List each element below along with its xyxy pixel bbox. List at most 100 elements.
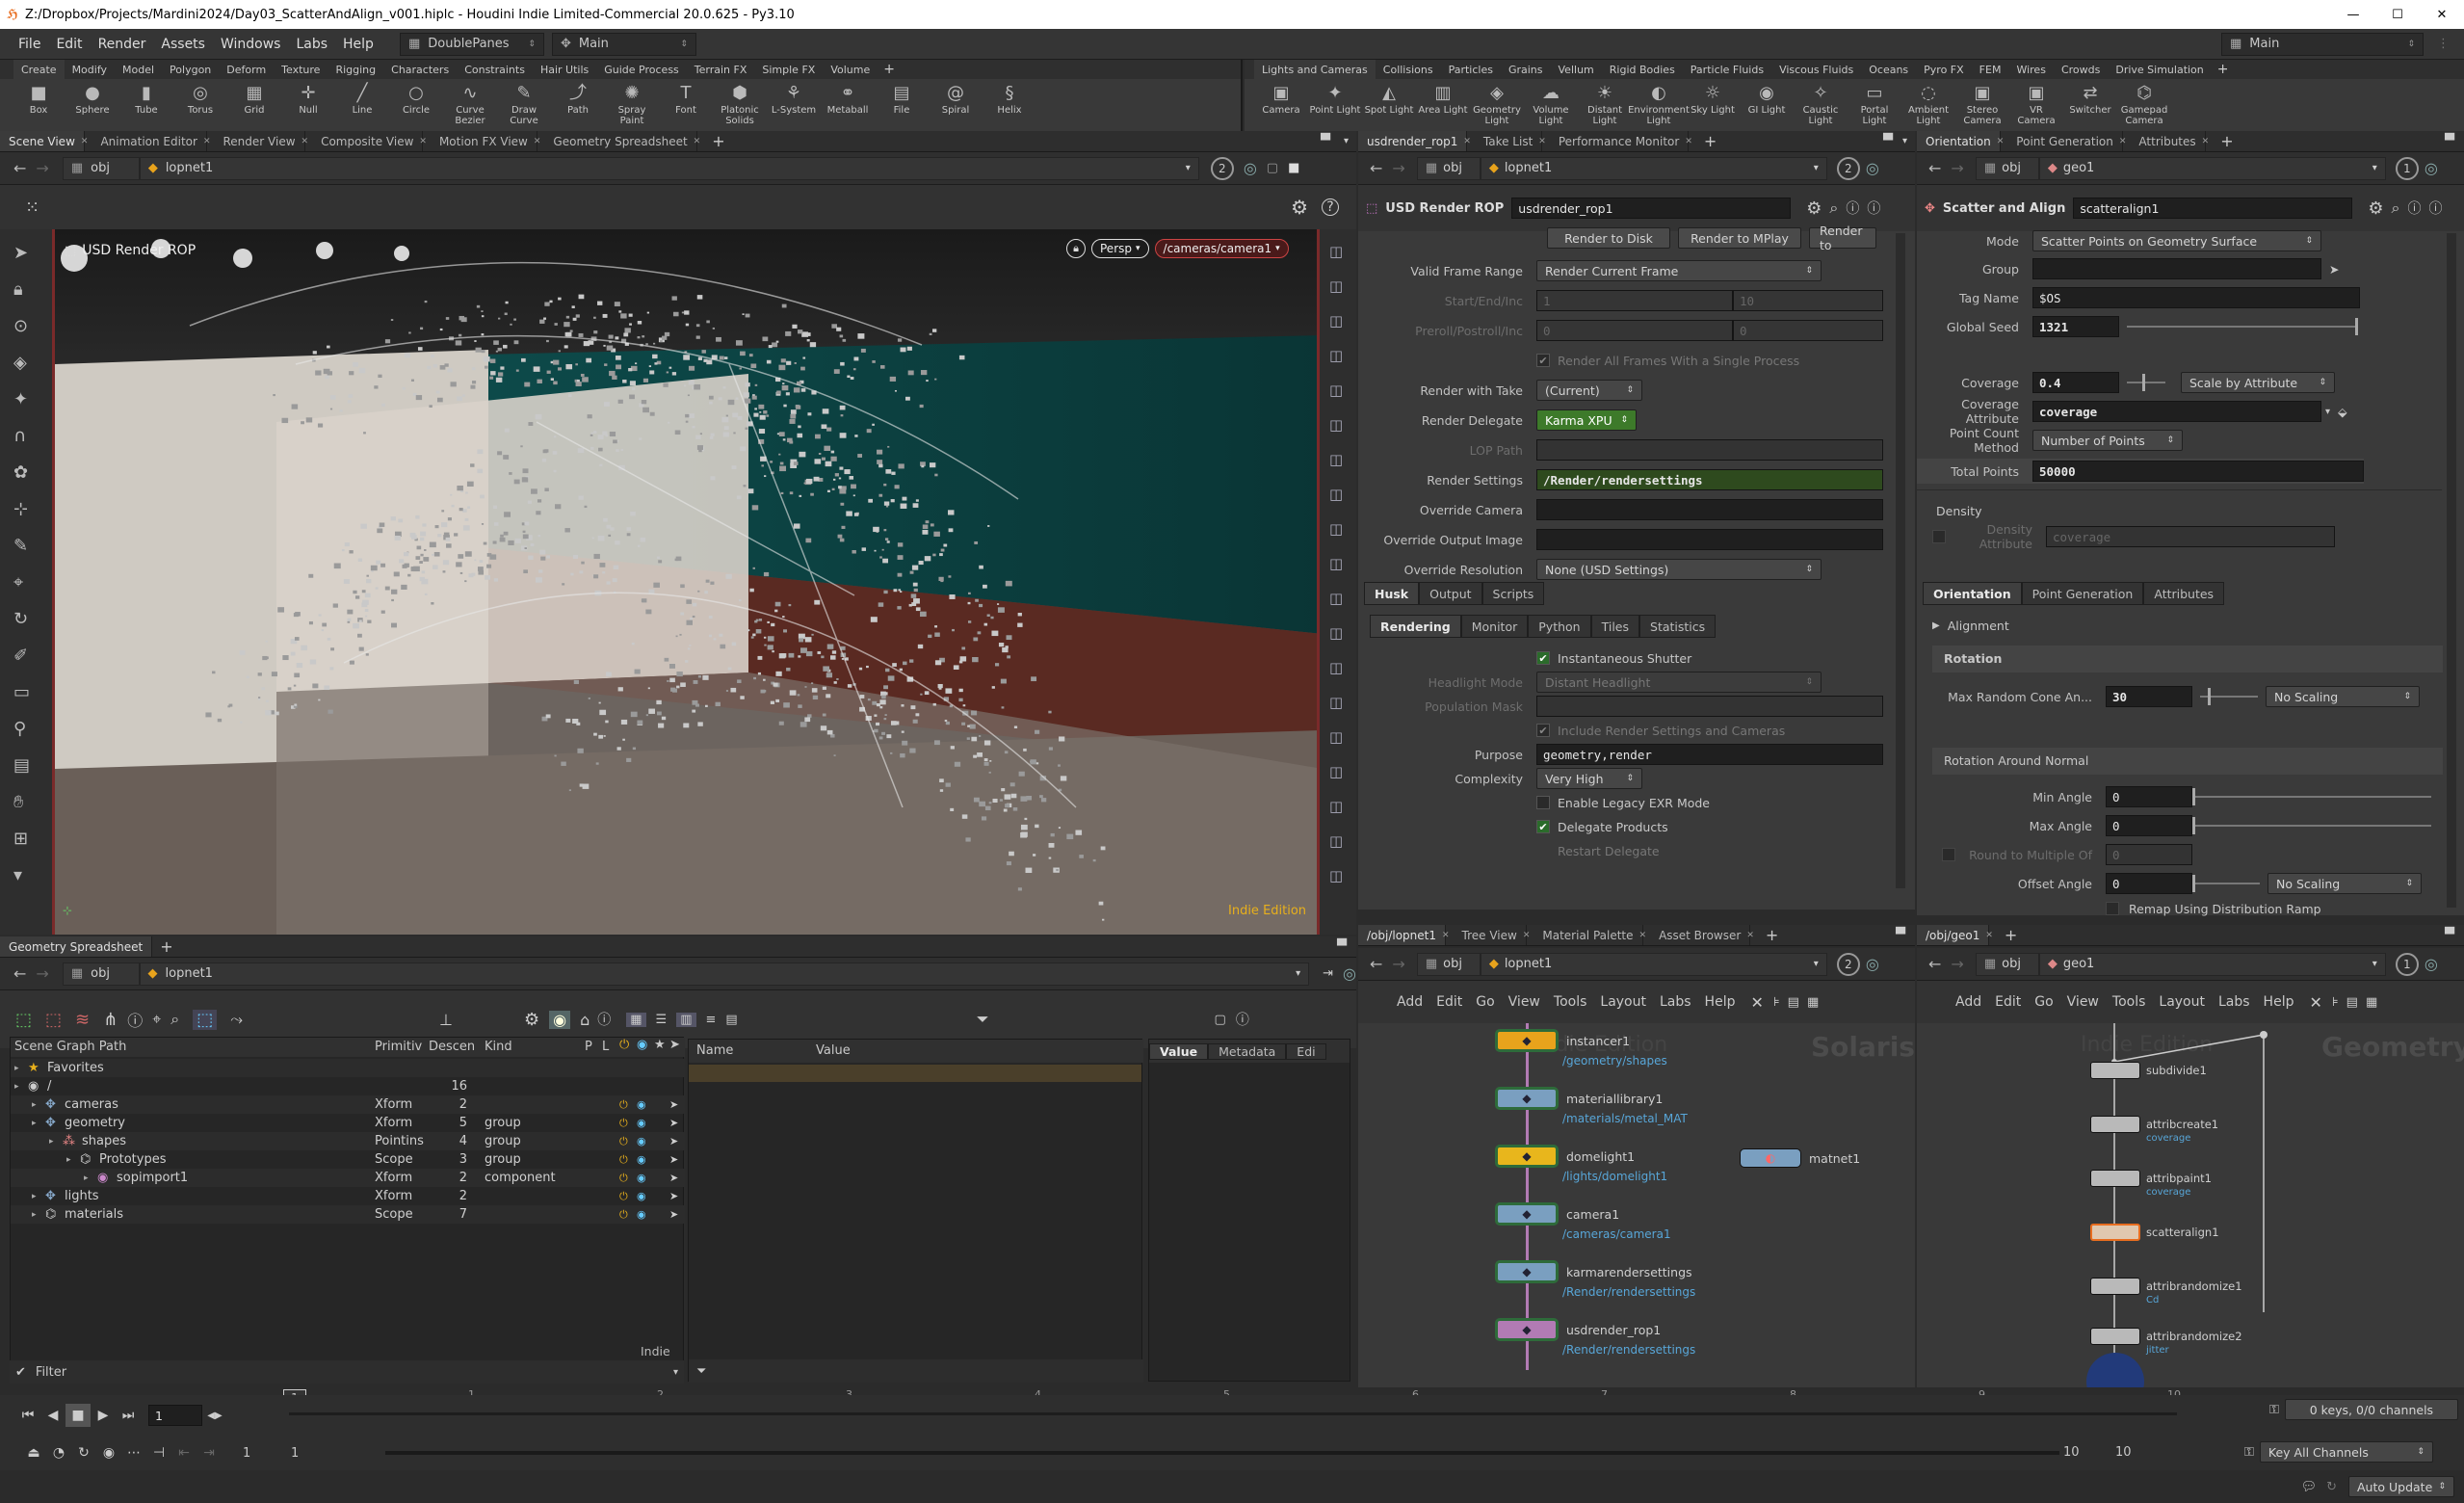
close-tab-icon[interactable]: ✕ bbox=[1442, 931, 1450, 940]
shelf-tool-metaball[interactable]: ⚭ Metaball bbox=[821, 81, 875, 116]
checkbox[interactable]: ✔ bbox=[1536, 651, 1550, 665]
network-menu-help[interactable]: Help bbox=[2264, 994, 2294, 1010]
list-icon[interactable]: ▤ bbox=[2346, 995, 2358, 1010]
shelf-tab-texture[interactable]: Texture bbox=[274, 60, 328, 79]
shelf-tool-ambient-light[interactable]: ◌ Ambient Light bbox=[1901, 81, 1955, 126]
eye-icon[interactable]: ◉ bbox=[637, 1190, 646, 1202]
shelf-tool-torus[interactable]: ◎ Torus bbox=[173, 81, 227, 116]
offset-angle-field[interactable]: 0 bbox=[2106, 873, 2192, 894]
tab-tree-view[interactable]: Tree View bbox=[1454, 925, 1527, 945]
menu-labs[interactable]: Labs bbox=[289, 37, 334, 52]
shelf-tool-spot-light[interactable]: ◭ Spot Light bbox=[1362, 81, 1416, 116]
menu-render[interactable]: Render bbox=[92, 37, 153, 52]
tree-row[interactable]: ▸ ⌬ materials Scope 7 ⏻ ◉ ➤ bbox=[11, 1205, 685, 1224]
link-icon[interactable]: ◎ bbox=[1343, 964, 1356, 983]
world-icon[interactable]: ◫ bbox=[1329, 763, 1343, 780]
eye-icon[interactable]: ◉ bbox=[637, 1172, 646, 1184]
path-crumb-geo[interactable]: ◆ geo1 ▾ bbox=[2038, 952, 2386, 976]
node-materiallibrary1[interactable]: ◆ materiallibrary1 bbox=[1495, 1087, 1663, 1110]
node-karmarendersettings[interactable]: ◆ karmarendersettings bbox=[1495, 1260, 1692, 1283]
offset-slider[interactable] bbox=[2192, 875, 2260, 892]
menu-file[interactable]: File bbox=[12, 37, 47, 52]
forward-arrow-icon[interactable]: → bbox=[1951, 955, 1963, 973]
shelf-tab-particle-fluids[interactable]: Particle Fluids bbox=[1683, 60, 1771, 79]
shelf-tab-collisions[interactable]: Collisions bbox=[1376, 60, 1441, 79]
menu-windows[interactable]: Windows bbox=[214, 37, 288, 52]
chevron-down-icon[interactable]: ▾ bbox=[2325, 407, 2330, 417]
density-attr-field[interactable]: coverage bbox=[2046, 526, 2335, 547]
gear-icon[interactable]: ⚙ bbox=[1806, 198, 1822, 219]
tab-geometry-spreadsheet[interactable]: Geometry Spreadsheet bbox=[544, 131, 697, 151]
range-slider[interactable] bbox=[385, 1451, 2059, 1455]
tree-row[interactable]: ▸ ★ Favorites bbox=[11, 1059, 685, 1077]
select-icon[interactable]: ➤ bbox=[13, 243, 28, 263]
hand-icon[interactable]: ✋︎ bbox=[13, 792, 23, 812]
shelf-tool-caustic-light[interactable]: ✧ Caustic Light bbox=[1794, 81, 1848, 126]
rows-icon[interactable]: ≡ bbox=[706, 1013, 717, 1027]
tab-point-generation[interactable]: Point Generation bbox=[2021, 582, 2144, 605]
tree-row[interactable]: ▸ ⁂ shapes Pointins 4 group ⏻ ◉ ➤ bbox=[11, 1132, 685, 1150]
select-icon[interactable]: ➤ bbox=[669, 1117, 678, 1129]
path-crumb-lopnet[interactable]: ◆ lopnet1 ▾ bbox=[139, 156, 1199, 180]
tab-python[interactable]: Python bbox=[1528, 615, 1591, 638]
arrow-select-icon[interactable]: ➤ bbox=[2329, 262, 2339, 277]
snapshot-icon[interactable]: ◫ bbox=[1329, 520, 1343, 538]
shelf-tool-gi-light[interactable]: ◉ GI Light bbox=[1740, 81, 1794, 116]
tools-icon[interactable]: ✕ bbox=[1750, 993, 1763, 1012]
rotate-icon[interactable]: ↻ bbox=[13, 609, 28, 629]
safe-area-icon[interactable]: ◫ bbox=[1329, 867, 1343, 884]
override-output-image-field[interactable] bbox=[1536, 529, 1883, 550]
checkbox[interactable] bbox=[2106, 902, 2119, 915]
range-field[interactable]: 0 bbox=[1536, 320, 1733, 341]
node-attribpaint1[interactable]: attribpaint1 bbox=[2090, 1170, 2212, 1187]
network-menu-view[interactable]: View bbox=[2067, 994, 2099, 1010]
node-camera1[interactable]: ◆ camera1 bbox=[1495, 1202, 1619, 1226]
node-matnet1[interactable]: ◐ matnet1 bbox=[1740, 1148, 1860, 1168]
valid-frame-range-menu[interactable]: Render Current Frame ⇕ bbox=[1536, 260, 1822, 281]
shelf-tool-helix[interactable]: § Helix bbox=[983, 81, 1036, 116]
shelf-tab-simple-fx[interactable]: Simple FX bbox=[754, 60, 823, 79]
list-icon[interactable]: ☰ bbox=[656, 1013, 668, 1027]
light-icon[interactable]: ✦ bbox=[13, 389, 28, 409]
tab-usdrender-rop1[interactable]: usdrender_rop1 bbox=[1358, 131, 1468, 151]
shelf-tab-constraints[interactable]: Constraints bbox=[457, 60, 533, 79]
shelf-tab-model[interactable]: Model bbox=[115, 60, 162, 79]
pose-icon[interactable]: ⚲ bbox=[13, 719, 26, 739]
tab-asset-browser[interactable]: Asset Browser bbox=[1650, 925, 1751, 945]
tab-composite-view[interactable]: Composite View bbox=[312, 131, 424, 151]
network-menu-go[interactable]: Go bbox=[2034, 994, 2053, 1010]
power-icon[interactable]: ⏻ bbox=[619, 1135, 628, 1148]
shelf-tab-deform[interactable]: Deform bbox=[219, 60, 274, 79]
shelf-tool-stereo-camera[interactable]: ▣ Stereo Camera bbox=[1955, 81, 2009, 126]
render-delegate-menu[interactable]: Karma XPU ⇕ bbox=[1536, 409, 1637, 431]
light-icon[interactable]: ◫ bbox=[1329, 416, 1343, 434]
shelf-tool-geometry-light[interactable]: ◈ Geometry Light bbox=[1470, 81, 1524, 126]
forward-arrow-icon[interactable]: → bbox=[36, 159, 48, 177]
network-menu-labs[interactable]: Labs bbox=[1660, 994, 1691, 1010]
display-icon[interactable]: ◫ bbox=[1329, 243, 1343, 260]
sop-network-canvas[interactable]: Indie Edition Geometry subdivide1 attribc… bbox=[1917, 1023, 2464, 1387]
pin-badge[interactable]: 2 bbox=[1210, 156, 1234, 180]
shelf-tool-file[interactable]: ▤ File bbox=[875, 81, 929, 116]
help-icon[interactable]: ⓘ bbox=[2428, 198, 2442, 218]
col-header[interactable]: L bbox=[602, 1040, 609, 1054]
shelf-tool-point-light[interactable]: ✦ Point Light bbox=[1308, 81, 1362, 116]
search-icon[interactable]: ⌕ bbox=[1829, 198, 1838, 218]
tab-obj-geo1[interactable]: /obj/geo1 bbox=[1917, 925, 1990, 945]
tab-render-view[interactable]: Render View bbox=[215, 131, 305, 151]
lop-network-canvas[interactable]: Indie Edition Solaris ◐ matnet1 ◆ instance… bbox=[1358, 1023, 1915, 1387]
frame-field[interactable]: 1 bbox=[148, 1405, 202, 1426]
close-tab-icon[interactable]: ✕ bbox=[2119, 137, 2127, 146]
add-tab-icon[interactable]: + bbox=[1766, 926, 1778, 944]
tab-metadata[interactable]: Metadata bbox=[1208, 1042, 1287, 1060]
pick-icon[interactable]: ⤳ bbox=[230, 1010, 243, 1029]
node-box[interactable]: ◆ bbox=[1495, 1087, 1559, 1110]
network-menu-layout[interactable]: Layout bbox=[1600, 994, 1646, 1010]
back-arrow-icon[interactable]: ← bbox=[1370, 955, 1382, 973]
group-field[interactable] bbox=[2032, 258, 2321, 279]
add-tab-icon[interactable]: + bbox=[2220, 132, 2233, 150]
checkbox[interactable]: ✔ bbox=[1536, 724, 1550, 737]
loop-icon[interactable]: ↻ bbox=[71, 1441, 96, 1464]
refresh-icon[interactable]: ↻ bbox=[2326, 1480, 2337, 1494]
shelf-tool-gamepad-camera[interactable]: ⌬ Gamepad Camera bbox=[2117, 81, 2171, 126]
